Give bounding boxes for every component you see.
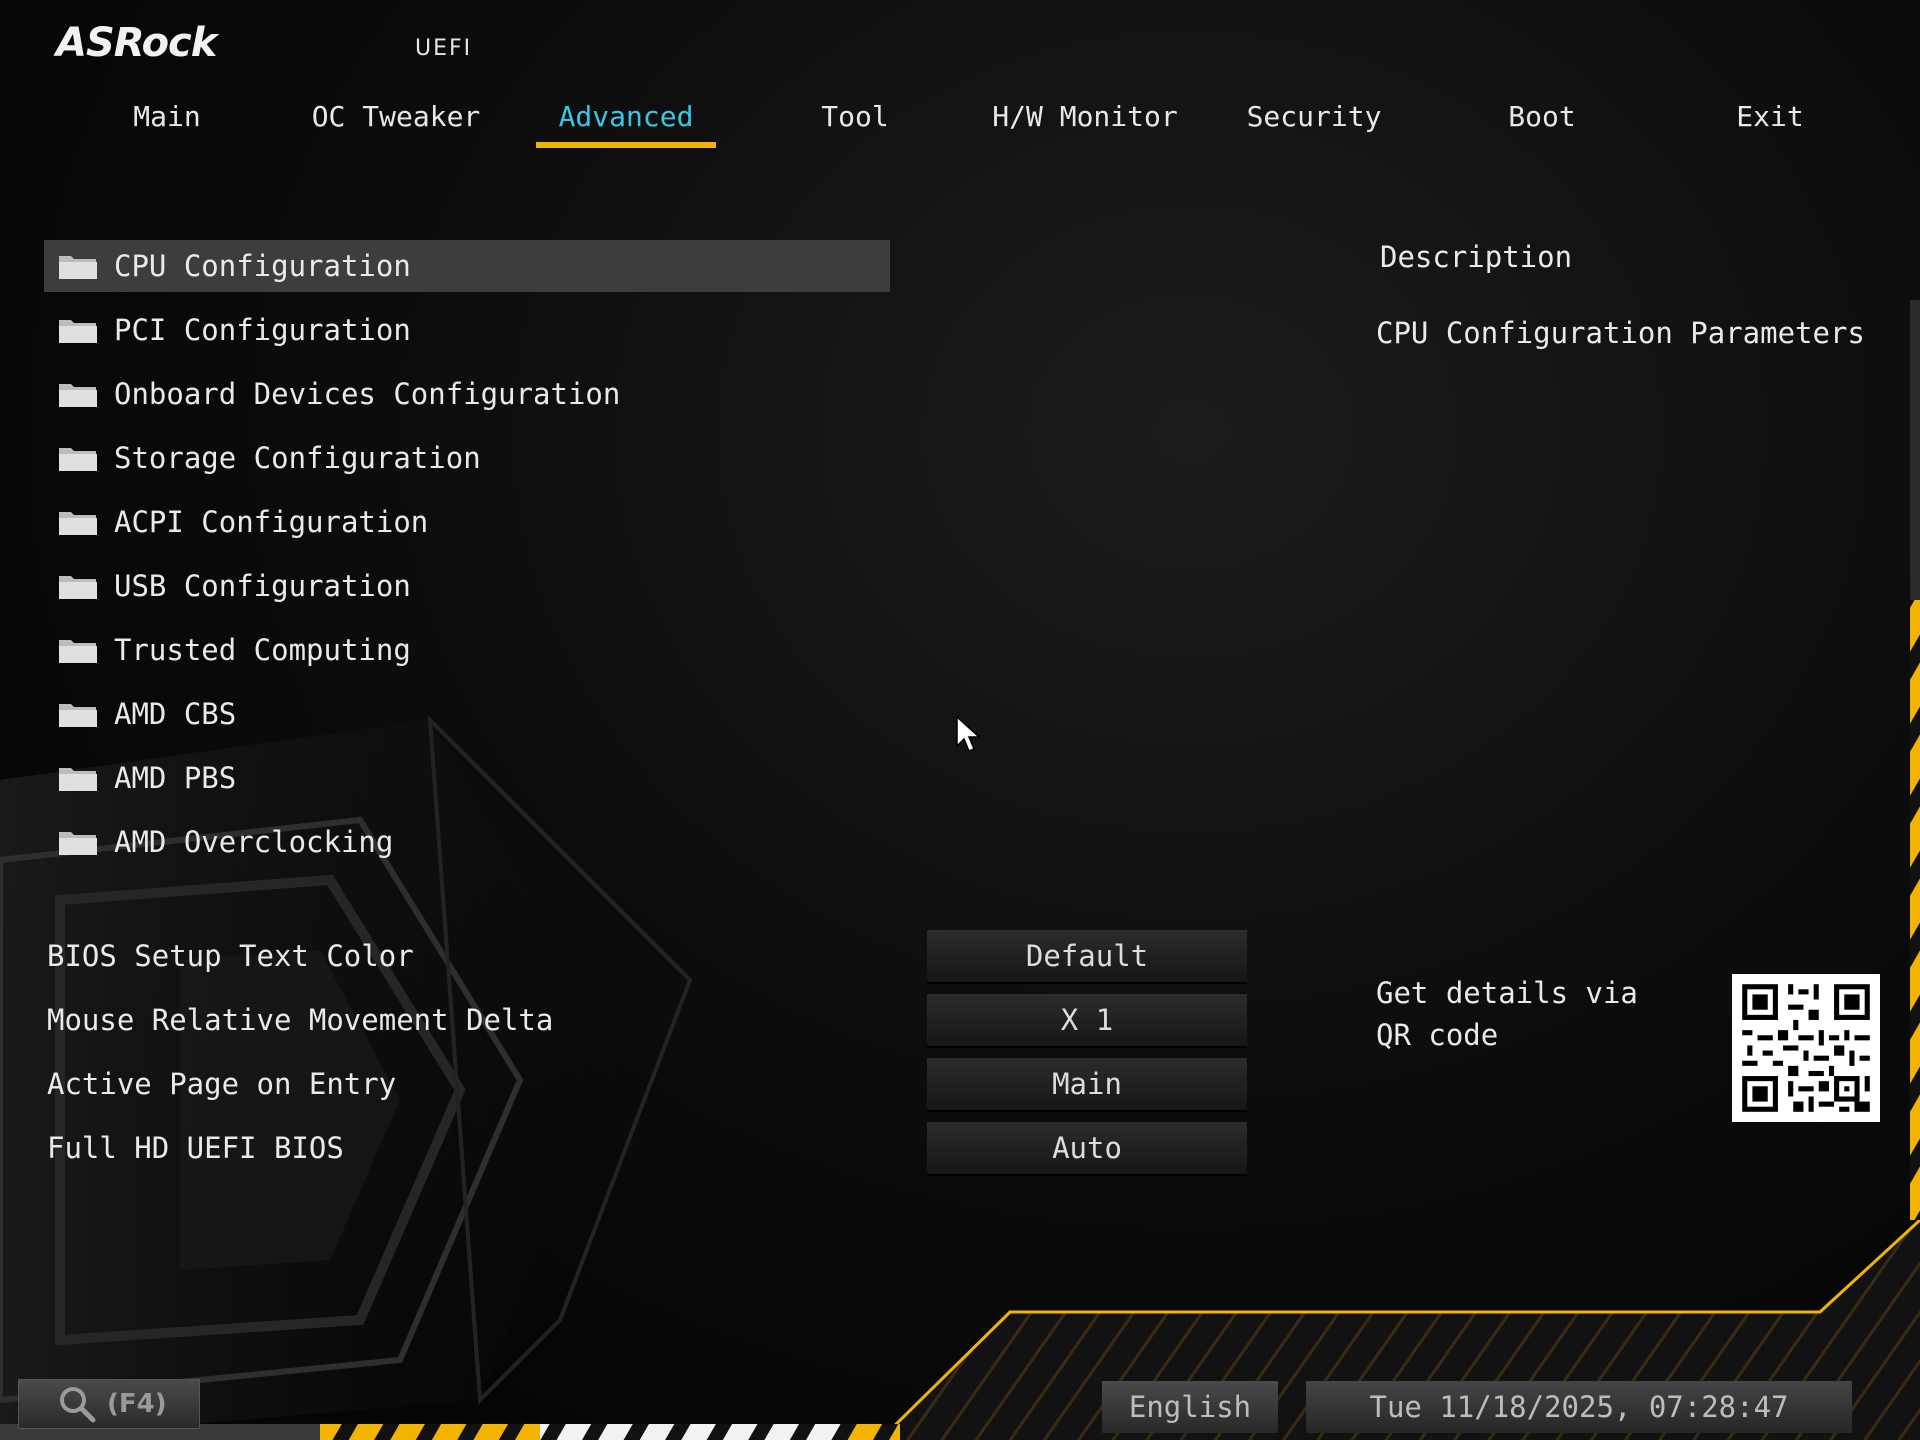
tab-security[interactable]: Security [1234,92,1394,148]
menu-item-label: PCI Configuration [114,313,411,347]
menu-item-cpu-configuration[interactable]: CPU Configuration [44,240,890,292]
tab-hw-monitor[interactable]: H/W Monitor [980,92,1190,148]
settings-list: BIOS Setup Text Color Default Mouse Rela… [0,930,1300,1186]
description-title: Description [1380,240,1573,274]
menu-item-amd-overclocking[interactable]: AMD Overclocking [44,816,890,868]
menu-item-storage-configuration[interactable]: Storage Configuration [44,432,890,484]
setting-label: Mouse Relative Movement Delta [47,1003,554,1037]
menu-item-label: Onboard Devices Configuration [114,377,621,411]
search-button[interactable]: (F4) [18,1379,200,1429]
menu-item-label: USB Configuration [114,569,411,603]
folder-icon [59,704,97,727]
description-text: CPU Configuration Parameters [1376,316,1865,350]
bios-text-color-select[interactable]: Default [927,930,1247,984]
setting-row-bios-text-color: BIOS Setup Text Color Default [0,930,1300,984]
bios-screen: ASRock UEFI Main OC Tweaker Advanced Too… [0,0,1920,1440]
menu-item-label: Storage Configuration [114,441,481,475]
folder-icon [59,384,97,407]
main-tab-bar: Main OC Tweaker Advanced Tool H/W Monito… [0,92,1920,152]
menu-item-label: AMD Overclocking [114,825,394,859]
setting-label: Active Page on Entry [47,1067,397,1101]
datetime-display: Tue 11/18/2025, 07:28:47 [1306,1381,1852,1433]
advanced-menu-list: CPU Configuration PCI Configuration Onbo… [44,240,890,880]
tab-tool[interactable]: Tool [790,92,920,148]
language-button[interactable]: English [1102,1381,1278,1433]
asrock-logo: ASRock [56,20,217,66]
tab-boot[interactable]: Boot [1472,92,1612,148]
folder-icon [59,640,97,663]
menu-item-label: CPU Configuration [114,249,411,283]
qr-code-icon [1732,974,1880,1122]
menu-item-amd-pbs[interactable]: AMD PBS [44,752,890,804]
full-hd-uefi-select[interactable]: Auto [927,1122,1247,1176]
folder-icon [59,768,97,791]
setting-row-active-page: Active Page on Entry Main [0,1058,1300,1112]
folder-icon [59,320,97,343]
uefi-label: UEFI [415,36,473,61]
menu-item-acpi-configuration[interactable]: ACPI Configuration [44,496,890,548]
mouse-delta-select[interactable]: X 1 [927,994,1247,1048]
tab-advanced[interactable]: Advanced [536,92,716,148]
menu-item-trusted-computing[interactable]: Trusted Computing [44,624,890,676]
search-icon [60,1387,96,1423]
setting-label: BIOS Setup Text Color [47,939,414,973]
menu-item-label: Trusted Computing [114,633,411,667]
setting-label: Full HD UEFI BIOS [47,1131,344,1165]
menu-item-pci-configuration[interactable]: PCI Configuration [44,304,890,356]
folder-icon [59,512,97,535]
tab-exit[interactable]: Exit [1700,92,1840,148]
active-page-select[interactable]: Main [927,1058,1247,1112]
folder-icon [59,256,97,279]
tab-oc-tweaker[interactable]: OC Tweaker [296,92,496,148]
search-shortcut-label: (F4) [107,1389,167,1419]
menu-item-label: AMD PBS [114,761,237,795]
qr-caption: Get details via QR code [1376,976,1638,1052]
tab-main[interactable]: Main [105,92,229,148]
menu-item-onboard-devices-configuration[interactable]: Onboard Devices Configuration [44,368,890,420]
folder-icon [59,576,97,599]
menu-item-label: AMD CBS [114,697,237,731]
setting-row-mouse-delta: Mouse Relative Movement Delta X 1 [0,994,1300,1048]
cursor-icon [956,716,981,752]
menu-item-label: ACPI Configuration [114,505,429,539]
menu-item-amd-cbs[interactable]: AMD CBS [44,688,890,740]
menu-item-usb-configuration[interactable]: USB Configuration [44,560,890,612]
folder-icon [59,832,97,855]
folder-icon [59,448,97,471]
setting-row-full-hd-uefi: Full HD UEFI BIOS Auto [0,1122,1300,1176]
